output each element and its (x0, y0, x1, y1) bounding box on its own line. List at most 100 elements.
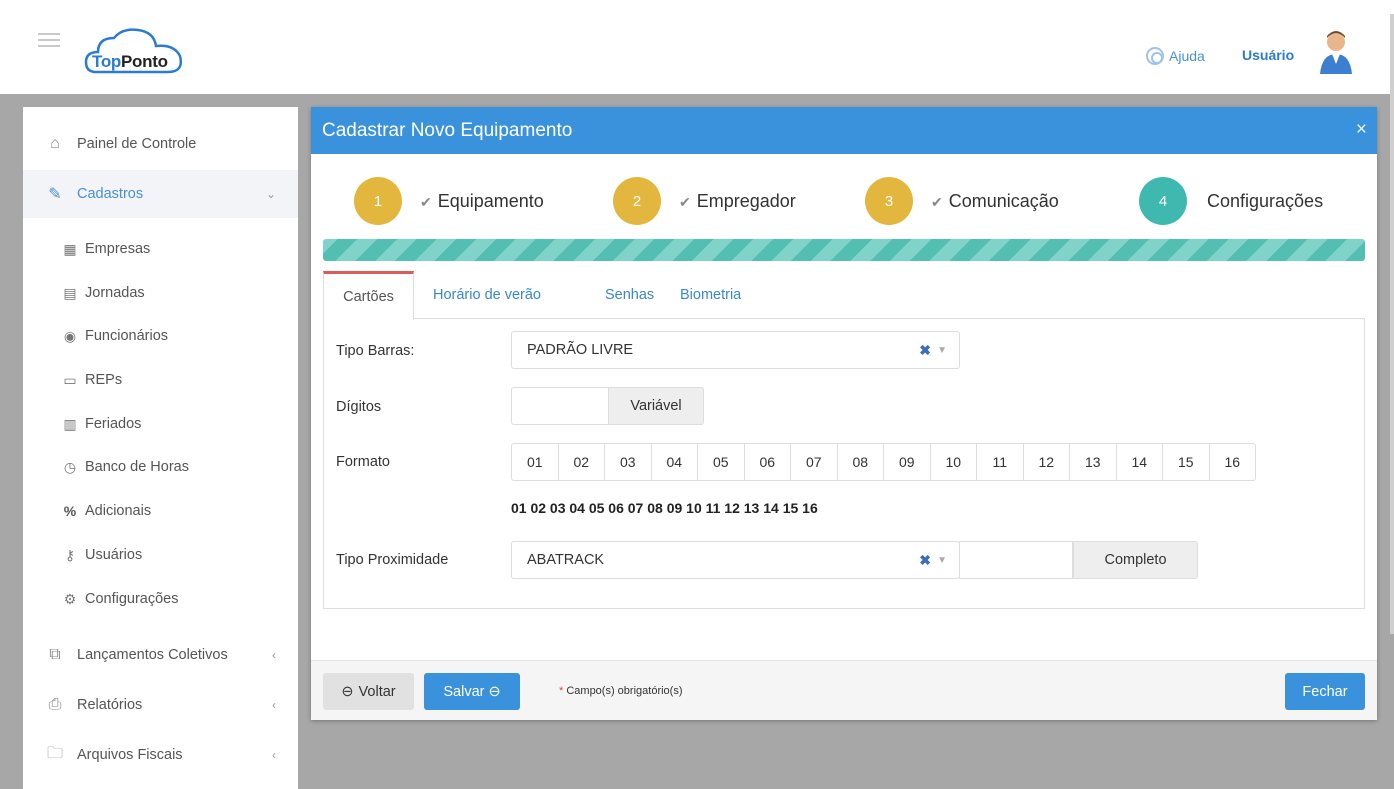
wizard-step-1[interactable]: 1 ✔ Equipamento (354, 177, 544, 225)
check-icon: ✔ (931, 193, 943, 210)
modal-dialog: Cadastrar Novo Equipamento × 1 ✔ Equipame… (311, 107, 1377, 720)
user-menu[interactable]: Usuário (1242, 47, 1294, 63)
sidebar-item-lancamentos[interactable]: ⧉ Lançamentos Coletivos ‹ (23, 631, 298, 679)
sidebar-item-arquivos[interactable]: 🗀 Arquivos Fiscais ‹ (23, 731, 298, 779)
sidebar-item-cadastros[interactable]: ✎ Cadastros ⌄ (23, 170, 298, 218)
check-icon: ✔ (420, 193, 432, 210)
salvar-button[interactable]: Salvar ⊖ (424, 673, 520, 710)
caret-down-icon[interactable]: ▼ (937, 345, 947, 356)
tipo-barras-select[interactable]: PADRÃO LIVRE ✖ ▼ (511, 331, 960, 369)
percent-icon: % (63, 503, 77, 519)
logo[interactable]: TopPonto (84, 26, 186, 76)
tab-biometria[interactable]: Biometria (680, 271, 741, 319)
digitos-input[interactable] (511, 387, 608, 425)
clear-icon[interactable]: ✖ (919, 552, 931, 569)
logo-text: TopPonto (92, 52, 168, 71)
sidebar-subitem-label: REPs (85, 372, 123, 388)
formato-cell[interactable]: 16 (1208, 443, 1256, 481)
sidebar-subitem-label: Jornadas (85, 285, 145, 301)
step-number: 1 (354, 177, 402, 225)
sidebar-subitem-label: Funcionários (85, 328, 169, 344)
formato-cell[interactable]: 07 (790, 443, 838, 481)
menu-icon[interactable] (38, 33, 60, 47)
voltar-button[interactable]: ⊖ Voltar (323, 673, 414, 710)
sidebar-subitem-reps[interactable]: ▭ REPs (23, 360, 298, 400)
tipo-proximidade-select[interactable]: ABATRACK ✖ ▼ (511, 541, 960, 579)
formato-cell[interactable]: 11 (976, 443, 1024, 481)
sidebar-subitem-configuracoes[interactable]: ⚙ Configurações (23, 579, 298, 619)
window-icon: ▭ (63, 371, 77, 388)
formato-label: Formato (336, 454, 390, 470)
formato-group: 01 02 03 04 05 06 07 08 09 10 11 12 13 1… (511, 443, 1256, 481)
clear-icon[interactable]: ✖ (919, 342, 931, 359)
caret-down-icon[interactable]: ▼ (937, 555, 947, 566)
wizard-step-2[interactable]: 2 ✔ Empregador (613, 177, 796, 225)
step-label: ✔ Empregador (679, 190, 796, 211)
close-icon[interactable]: × (1356, 119, 1367, 141)
chevron-left-icon: ‹ (272, 648, 276, 662)
formato-cell[interactable]: 04 (650, 443, 698, 481)
formato-cell[interactable]: 14 (1115, 443, 1163, 481)
folder-icon: 🗀 (46, 744, 63, 762)
step-number: 2 (613, 177, 661, 225)
voltar-label: Voltar (358, 683, 396, 700)
help-label: Ajuda (1169, 48, 1205, 64)
chevron-down-icon: ⌄ (265, 187, 276, 201)
user-circle-icon: ◉ (63, 327, 77, 344)
digitos-label: Dígitos (336, 399, 382, 415)
sidebar-subitem-feriados[interactable]: ▥ Feriados (23, 404, 298, 444)
step-number: 3 (865, 177, 913, 225)
tab-bar: Cartões Horário de verão Senhas Biometri… (323, 271, 1365, 320)
sidebar-subitem-banco-horas[interactable]: ◷ Banco de Horas (23, 447, 298, 487)
required-note: * Campo(s) obrigatório(s) (559, 685, 683, 697)
tipo-barras-value: PADRÃO LIVRE (527, 342, 634, 358)
sidebar-subitem-label: Configurações (85, 591, 179, 607)
formato-cell[interactable]: 05 (697, 443, 745, 481)
page-scrollbar[interactable] (1390, 14, 1394, 634)
sidebar-item-relatorios[interactable]: ⎙ Relatórios ‹ (23, 681, 298, 729)
sidebar-subitem-label: Usuários (85, 547, 143, 563)
modal-footer: ⊖ Voltar Salvar ⊖ * Campo(s) obrigatório… (311, 660, 1377, 720)
tab-senhas[interactable]: Senhas (605, 271, 654, 319)
help-link[interactable]: Ajuda (1146, 47, 1205, 65)
wizard-step-3[interactable]: 3 ✔ Comunicação (865, 177, 1059, 225)
formato-cell[interactable]: 01 (511, 443, 559, 481)
wizard-progress-bar (323, 239, 1365, 261)
check-icon: ✔ (679, 193, 691, 210)
sidebar-subitem-jornadas[interactable]: ▤ Jornadas (23, 273, 298, 313)
formato-preview: 01 02 03 04 05 06 07 08 09 10 11 12 13 1… (511, 500, 818, 516)
formato-cell[interactable]: 12 (1022, 443, 1070, 481)
chevron-left-icon: ‹ (272, 698, 276, 712)
table-icon: ▤ (63, 284, 77, 301)
tab-cartoes[interactable]: Cartões (323, 271, 414, 320)
formato-cell[interactable]: 09 (883, 443, 931, 481)
sidebar-subitem-adicionais[interactable]: % Adicionais (23, 491, 298, 531)
tipo-barras-label: Tipo Barras: (336, 343, 415, 359)
sidebar-subitem-usuarios[interactable]: ⚷ Usuários (23, 535, 298, 575)
fechar-button[interactable]: Fechar (1285, 673, 1365, 710)
formato-cell[interactable]: 10 (929, 443, 977, 481)
avatar[interactable] (1318, 28, 1354, 76)
wizard-step-4[interactable]: 4 Configurações (1139, 177, 1323, 225)
variavel-button[interactable]: Variável (608, 387, 704, 425)
formato-cell[interactable]: 03 (604, 443, 652, 481)
sidebar-subitem-label: Adicionais (85, 503, 152, 519)
clock-icon: ◷ (63, 458, 77, 475)
sidebar-item-label: Relatórios (77, 697, 143, 713)
tipo-proximidade-label: Tipo Proximidade (336, 552, 449, 568)
formato-cell[interactable]: 02 (557, 443, 605, 481)
tab-horario-verao[interactable]: Horário de verão (433, 271, 541, 319)
formato-cell[interactable]: 06 (743, 443, 791, 481)
sidebar-subitem-empresas[interactable]: ▦ Empresas (23, 229, 298, 269)
proximidade-input[interactable] (959, 541, 1073, 579)
chevron-left-icon: ‹ (272, 748, 276, 762)
formato-cell[interactable]: 13 (1069, 443, 1117, 481)
formato-cell[interactable]: 15 (1162, 443, 1210, 481)
sidebar-subitem-funcionarios[interactable]: ◉ Funcionários (23, 316, 298, 356)
top-bar: TopPonto Ajuda Usuário (0, 0, 1394, 634)
completo-button[interactable]: Completo (1073, 541, 1198, 579)
formato-cell[interactable]: 08 (836, 443, 884, 481)
required-star: * (559, 685, 564, 697)
sidebar-item-painel[interactable]: ⌂ Painel de Controle (23, 120, 298, 168)
external-edit-icon: ⧉ (49, 646, 61, 663)
